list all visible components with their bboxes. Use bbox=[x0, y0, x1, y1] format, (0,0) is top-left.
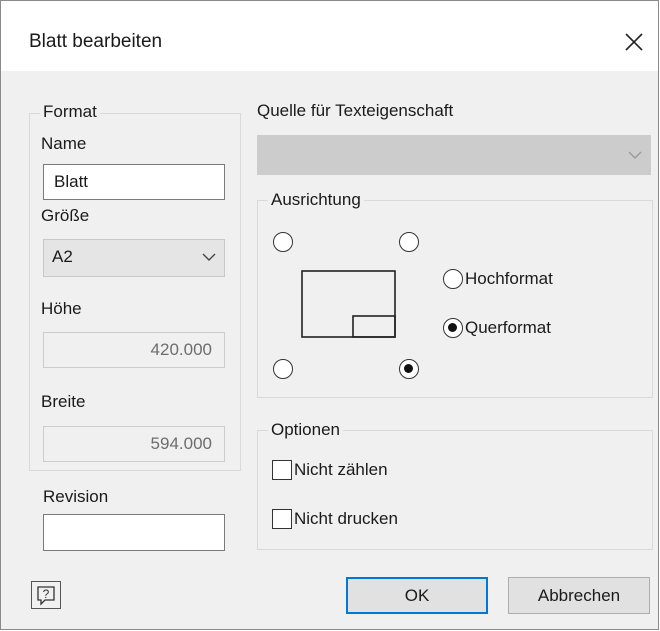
name-field[interactable]: Blatt bbox=[43, 164, 225, 200]
title-block-top-right-radio[interactable] bbox=[399, 232, 419, 252]
height-field[interactable]: 420.000 bbox=[43, 332, 225, 368]
close-icon[interactable] bbox=[621, 29, 647, 55]
exclude-count-checkbox[interactable] bbox=[272, 460, 292, 480]
chevron-down-icon bbox=[202, 253, 216, 261]
width-field[interactable]: 594.000 bbox=[43, 426, 225, 462]
options-group bbox=[257, 430, 653, 550]
landscape-label[interactable]: Querformat bbox=[465, 318, 551, 338]
portrait-radio[interactable] bbox=[443, 269, 463, 289]
size-dropdown[interactable]: A2 bbox=[43, 239, 225, 277]
size-value: A2 bbox=[52, 247, 73, 266]
name-label: Name bbox=[41, 134, 87, 153]
dialog-title: Blatt bearbeiten bbox=[29, 31, 163, 52]
orientation-legend: Ausrichtung bbox=[268, 190, 364, 210]
edit-sheet-dialog: Blatt bearbeiten Format Name Blatt Größe… bbox=[0, 0, 659, 630]
sheet-preview-icon bbox=[301, 270, 396, 338]
revision-field[interactable] bbox=[43, 514, 225, 551]
help-icon: ? bbox=[37, 586, 55, 606]
revision-label: Revision bbox=[43, 487, 109, 506]
exclude-count-label[interactable]: Nicht zählen bbox=[294, 460, 388, 480]
svg-text:?: ? bbox=[43, 587, 50, 601]
title-block-bottom-right-radio[interactable] bbox=[399, 359, 419, 379]
format-legend: Format bbox=[40, 102, 100, 122]
exclude-print-checkbox[interactable] bbox=[272, 509, 292, 529]
portrait-label[interactable]: Hochformat bbox=[465, 269, 553, 289]
exclude-print-label[interactable]: Nicht drucken bbox=[294, 509, 398, 529]
height-label: Höhe bbox=[41, 299, 82, 318]
title-bar: Blatt bearbeiten bbox=[1, 1, 658, 71]
width-label: Breite bbox=[41, 392, 86, 411]
size-label: Größe bbox=[41, 206, 90, 225]
cancel-button[interactable]: Abbrechen bbox=[508, 577, 650, 614]
landscape-radio[interactable] bbox=[443, 318, 463, 338]
text-source-label: Quelle für Texteigenschaft bbox=[257, 101, 454, 120]
ok-button[interactable]: OK bbox=[346, 577, 488, 614]
help-button[interactable]: ? bbox=[31, 581, 61, 609]
chevron-down-icon bbox=[628, 151, 642, 159]
options-legend: Optionen bbox=[268, 420, 343, 440]
text-source-dropdown bbox=[257, 135, 651, 175]
title-block-top-left-radio[interactable] bbox=[273, 232, 293, 252]
title-block-bottom-left-radio[interactable] bbox=[273, 359, 293, 379]
